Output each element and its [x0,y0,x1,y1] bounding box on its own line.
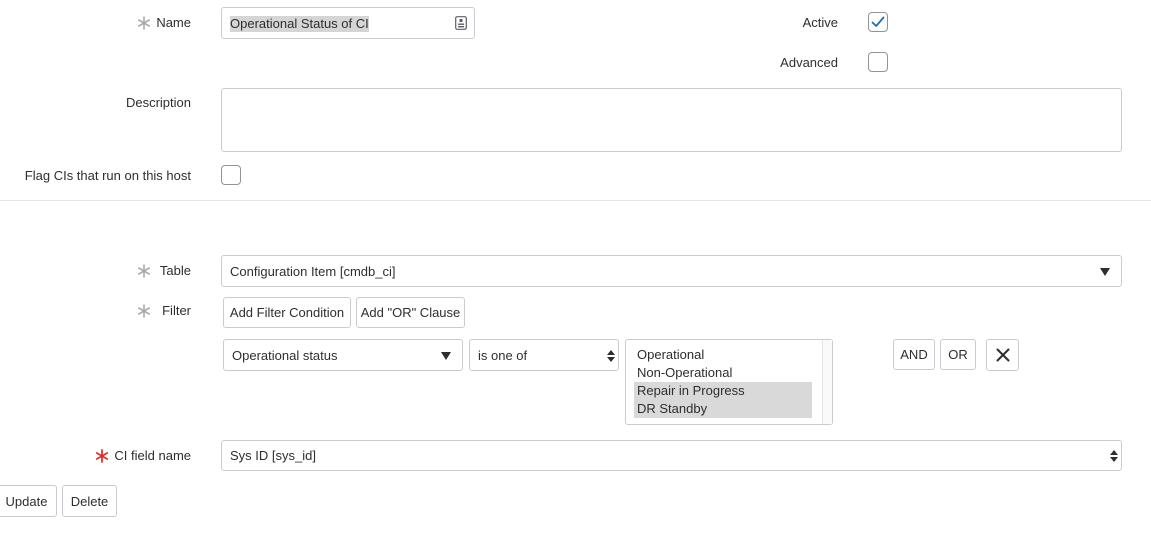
add-filter-condition-button[interactable]: Add Filter Condition [223,297,351,328]
advanced-checkbox[interactable] [868,52,888,72]
update-button[interactable]: Update [0,485,57,517]
list-option-non-operational[interactable]: Non-Operational [634,364,812,382]
add-or-clause-button[interactable]: Add "OR" Clause [356,297,465,328]
table-select[interactable]: Configuration Item [cmdb_ci] [221,255,1122,287]
filter-field-select[interactable]: Operational status [223,339,463,371]
or-condition-button[interactable]: OR [940,339,976,370]
list-option-repair-in-progress[interactable]: Repair in Progress [634,382,812,400]
chevron-down-icon [1100,268,1110,276]
list-option-dr-standby[interactable]: DR Standby [634,400,812,418]
sort-arrows-icon [1110,450,1118,462]
section-divider [0,200,1151,201]
field-dictionary-icon[interactable] [455,16,467,30]
name-label: Name [156,15,191,30]
table-label: Table [159,263,191,278]
ci-field-name-value: Sys ID [sys_id] [230,448,316,463]
filter-field-value: Operational status [232,348,338,363]
delete-button[interactable]: Delete [62,485,117,517]
list-option-operational[interactable]: Operational [634,346,812,364]
remove-condition-button[interactable] [986,339,1019,371]
active-label: Active [802,15,838,30]
filter-operator-select[interactable]: is one of [469,339,619,371]
chevron-down-icon [441,352,451,360]
flag-cis-label: Flag CIs that run on this host [24,168,191,183]
ci-field-name-label: CI field name [114,448,191,463]
description-label: Description [125,95,191,110]
filter-operator-value: is one of [478,348,528,363]
and-condition-button[interactable]: AND [893,339,935,370]
name-value: Operational Status of CI [230,16,369,32]
active-checkbox[interactable] [868,12,888,32]
close-icon [996,348,1009,362]
name-field[interactable]: Operational Status of CI [221,7,475,39]
description-textarea[interactable] [221,88,1122,152]
checkmark-icon [871,16,885,27]
ci-field-name-select[interactable]: Sys ID [sys_id] [221,440,1122,471]
filter-values-listbox[interactable]: Operational Non-Operational Repair in Pr… [625,339,833,425]
sort-arrows-icon [607,350,615,362]
table-value: Configuration Item [cmdb_ci] [230,264,396,279]
advanced-label: Advanced [780,55,838,70]
filter-label: Filter [162,303,191,318]
flag-cis-checkbox[interactable] [221,165,241,185]
mandatory-indicator-icon [95,449,109,463]
listbox-scrollbar[interactable] [822,340,832,424]
